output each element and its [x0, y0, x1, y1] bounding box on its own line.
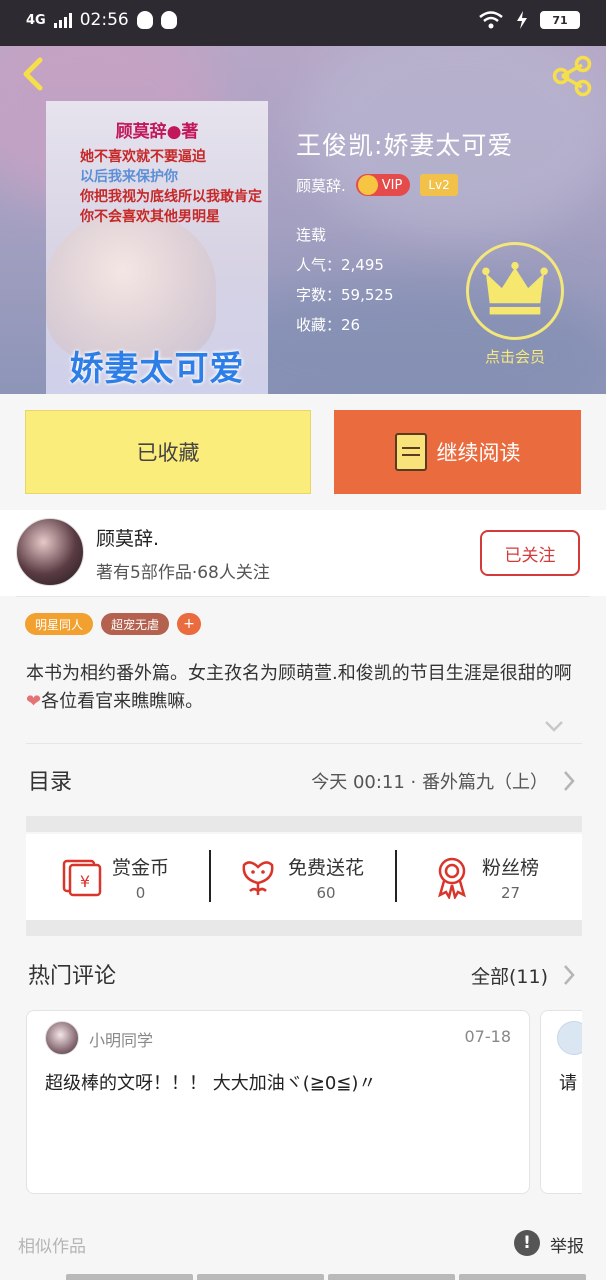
follow-button[interactable]: 已关注 — [480, 530, 580, 576]
book-popularity: 人气：2,495 — [296, 256, 384, 274]
divider — [16, 596, 590, 597]
vip-label: VIP — [381, 177, 403, 193]
tag-item[interactable]: 明星同人 — [25, 613, 94, 635]
reward-value: 0 — [135, 883, 146, 902]
medal-icon — [438, 857, 466, 899]
chevron-right-icon — [564, 771, 575, 791]
comment-date: 07-18 — [464, 1027, 512, 1046]
warning-icon[interactable]: ! — [514, 1230, 540, 1256]
similar-works-strip — [66, 1274, 586, 1280]
reward-fan-ranking[interactable]: 粉丝榜 27 — [430, 834, 539, 920]
level-badge: Lv2 — [420, 174, 458, 196]
reward-gold-coin[interactable]: ¥ 赏金币 0 — [60, 834, 169, 920]
share-icon[interactable] — [550, 54, 594, 98]
reward-title: 赏金币 — [112, 856, 170, 879]
vip-member-crown-icon[interactable] — [466, 242, 564, 340]
author-panel: 顾莫辞. 著有5部作品·68人关注 已关注 — [0, 510, 606, 596]
cover-line-2: 以后我来保护你 — [80, 169, 178, 185]
charging-icon — [517, 11, 527, 29]
chevron-down-icon[interactable] — [544, 716, 564, 736]
continue-reading-label: 继续阅读 — [436, 441, 521, 465]
wifi-icon — [479, 11, 503, 29]
all-comments-link[interactable]: 全部(11) — [471, 962, 548, 989]
back-arrow-icon[interactable] — [14, 54, 54, 94]
report-link[interactable]: 举报 — [550, 1232, 584, 1257]
tag-item[interactable]: 超宠无虐 — [101, 613, 170, 635]
cover-big-title: 娇妻太可爱 — [69, 349, 245, 389]
comment-card[interactable]: 小明同学 07-18 超级棒的文呀！！！ 大大加油ヾ(≧0≦)〃 — [26, 1010, 530, 1194]
status-bar: 4G 02:56 71 — [0, 0, 606, 46]
flower-icon — [242, 861, 274, 895]
add-tag-button[interactable]: + — [177, 613, 202, 635]
divider — [395, 850, 397, 902]
favorite-button[interactable]: 已收藏 — [25, 410, 311, 494]
latest-chapter: 今天 00:11 · 番外篇九（上） — [311, 772, 548, 793]
book-header: 顾莫辞●著 她不喜欢就不要逼迫 以后我来保护你 你把我视为底线所以我敢肯定你不会… — [0, 46, 606, 394]
comment-user: 小明同学 — [89, 1031, 154, 1050]
action-buttons: 已收藏 继续阅读 — [25, 410, 581, 494]
section-separator — [26, 816, 582, 832]
rewards-panel: ¥ 赏金币 0 免费送花 60 粉丝榜 27 — [26, 834, 582, 920]
reward-title: 粉丝榜 — [482, 856, 540, 879]
vip-member-label[interactable]: 点击会员 — [466, 346, 564, 367]
network-label: 4G — [26, 12, 46, 28]
continue-reading-button[interactable]: 继续阅读 — [334, 410, 581, 494]
cover-line-1: 她不喜欢就不要逼迫 — [80, 149, 206, 165]
tag-list: 明星同人 超宠无虐 + — [25, 613, 202, 635]
avatar[interactable] — [557, 1021, 582, 1055]
reward-free-flower[interactable]: 免费送花 60 — [236, 834, 364, 920]
battery-indicator: 71 — [540, 11, 580, 29]
author-name[interactable]: 顾莫辞. — [96, 524, 159, 551]
book-author-row: 顾莫辞. VIP Lv2 — [296, 174, 458, 196]
table-of-contents-row[interactable]: 目录 今天 00:11 · 番外篇九（上） — [0, 744, 606, 816]
vip-badge: VIP — [355, 174, 411, 196]
cover-text: 她不喜欢就不要逼迫 以后我来保护你 你把我视为底线所以我敢肯定你不会喜欢其他男明… — [80, 147, 264, 227]
cover-portrait — [46, 211, 216, 361]
author-subtitle: 著有5部作品·68人关注 — [96, 563, 270, 583]
qq-icon — [136, 11, 153, 29]
footer: 相似作品 ! 举报 — [0, 1224, 606, 1264]
clock: 02:56 — [79, 10, 129, 30]
cover-line-3: 你把我视为底线所以我敢肯定你不会喜欢其他男明星 — [80, 189, 262, 225]
avatar[interactable] — [45, 1021, 79, 1055]
crown-icon — [357, 175, 378, 195]
book-word-count: 字数：59,525 — [296, 286, 394, 304]
book-status: 连载 — [296, 226, 327, 244]
similar-works-label: 相似作品 — [18, 1237, 86, 1257]
book-stats: 连载 人气：2,495 字数：59,525 收藏：26 — [296, 220, 394, 340]
divider — [209, 850, 211, 902]
comments-header: 热门评论 全部(11) — [0, 948, 606, 1000]
reward-value: 60 — [316, 883, 336, 902]
description-text: 各位看官来瞧瞧嘛。 — [41, 691, 204, 712]
chevron-right-icon[interactable] — [562, 964, 576, 986]
book-favorites: 收藏：26 — [296, 316, 361, 334]
comment-text: 请 — [559, 1073, 577, 1094]
author-avatar[interactable] — [16, 518, 84, 586]
toc-label: 目录 — [28, 770, 73, 795]
description-text: 本书为相约番外篇。女主孜名为顾萌萱.和俊凯的节目生涯是很甜的啊 — [26, 663, 572, 684]
red-envelope-icon: ¥ — [62, 859, 102, 897]
section-separator — [26, 920, 582, 936]
comment-text: 超级棒的文呀！！！ 大大加油ヾ(≧0≦)〃 — [45, 1073, 377, 1094]
reward-title: 免费送花 — [288, 856, 365, 879]
reward-value: 27 — [500, 883, 521, 902]
signal-icon — [53, 12, 72, 28]
book-description: 本书为相约番外篇。女主孜名为顾萌萱.和俊凯的节目生涯是很甜的啊 ❤各位看官来瞧瞧嘛… — [26, 660, 582, 716]
book-title: 王俊凯:娇妻太可爱 — [296, 131, 514, 160]
book-author[interactable]: 顾莫辞. — [296, 175, 346, 196]
comment-card[interactable]: 请 — [540, 1010, 582, 1194]
book-cover[interactable]: 顾莫辞●著 她不喜欢就不要逼迫 以后我来保护你 你把我视为底线所以我敢肯定你不会… — [46, 101, 268, 394]
cover-author-line: 顾莫辞●著 — [115, 122, 199, 142]
heart-icon: ❤ — [26, 691, 42, 712]
qq-icon — [160, 11, 177, 29]
book-icon — [394, 433, 427, 471]
svg-text:¥: ¥ — [80, 872, 90, 891]
comments-heading: 热门评论 — [28, 964, 117, 989]
